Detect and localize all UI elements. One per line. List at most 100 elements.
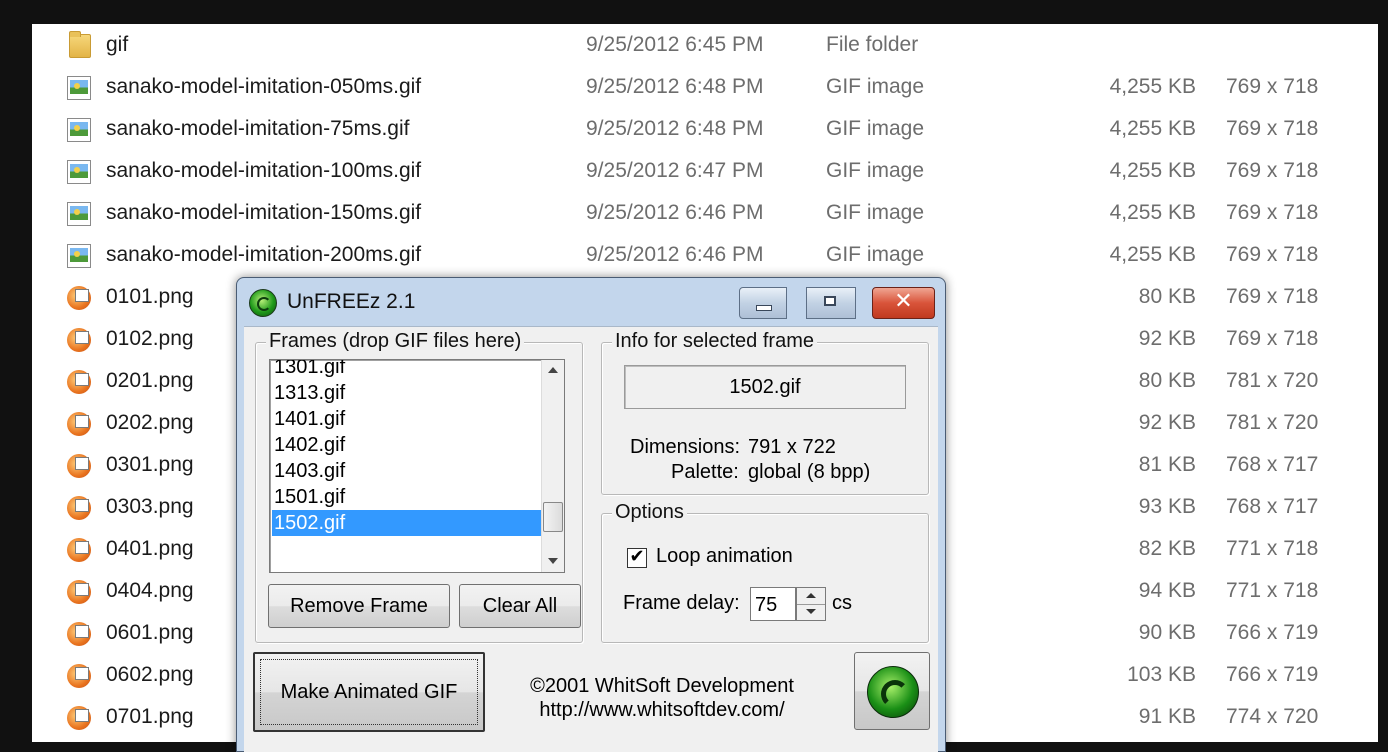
png-image-icon <box>67 496 91 520</box>
frame-delay-unit: cs <box>832 592 852 614</box>
remove-frame-button[interactable]: Remove Frame <box>268 584 450 628</box>
file-row[interactable]: sanako-model-imitation-050ms.gif 9/25/201… <box>32 66 1378 108</box>
file-name: 0301.png <box>106 453 194 476</box>
unfreez-logo-icon <box>867 666 919 718</box>
png-image-icon <box>67 286 91 310</box>
file-size: 91 KB <box>1138 705 1196 728</box>
loop-animation-checkbox[interactable]: ✔ <box>627 546 647 568</box>
clear-all-button[interactable]: Clear All <box>459 584 581 628</box>
file-date: 9/25/2012 6:46 PM <box>586 201 764 224</box>
file-dimensions: 774 x 720 <box>1226 705 1319 728</box>
file-name: 0102.png <box>106 327 194 350</box>
maximize-icon <box>824 296 836 306</box>
dimensions-label: Dimensions: <box>630 436 741 458</box>
gif-image-icon <box>67 118 91 142</box>
png-image-icon <box>67 412 91 436</box>
png-image-icon <box>67 664 91 688</box>
file-type: File folder <box>826 33 919 56</box>
file-date: 9/25/2012 6:47 PM <box>586 159 764 182</box>
file-size: 81 KB <box>1138 453 1196 476</box>
make-animated-gif-button[interactable]: Make Animated GIF <box>253 652 485 732</box>
frame-list-item[interactable]: 1313.gif <box>272 380 542 406</box>
file-type: GIF image <box>826 75 925 98</box>
frame-delay-input[interactable]: 75 <box>750 587 796 621</box>
frames-list-scrollbar[interactable] <box>541 360 564 572</box>
close-button[interactable]: ✕ <box>872 287 935 319</box>
title-bar[interactable]: UnFREEz 2.1 ✕ <box>237 278 945 326</box>
options-group-label: Options <box>612 501 687 524</box>
scroll-up-button[interactable] <box>542 360 564 382</box>
file-row[interactable]: gif 9/25/2012 6:45 PM File folder <box>32 24 1378 66</box>
file-size: 80 KB <box>1138 369 1196 392</box>
file-date: 9/25/2012 6:48 PM <box>586 117 764 140</box>
png-image-icon <box>67 538 91 562</box>
file-name: 0601.png <box>106 621 194 644</box>
file-size: 103 KB <box>1127 663 1196 686</box>
png-image-icon <box>67 580 91 604</box>
file-row[interactable]: sanako-model-imitation-200ms.gif 9/25/201… <box>32 234 1378 276</box>
dialog-client-area: Frames (drop GIF files here) 1301.gif 131… <box>244 326 938 752</box>
dimensions-value: 791 x 722 <box>748 436 836 458</box>
file-row[interactable]: sanako-model-imitation-150ms.gif 9/25/201… <box>32 192 1378 234</box>
spin-down-arrow-icon <box>806 609 816 614</box>
file-date: 9/25/2012 6:46 PM <box>586 243 764 266</box>
file-dimensions: 766 x 719 <box>1226 621 1319 644</box>
website-url: http://www.whitsoftdev.com/ <box>539 699 785 721</box>
file-name: 0701.png <box>106 705 194 728</box>
scroll-thumb[interactable] <box>543 502 563 532</box>
frame-list-item[interactable]: 1501.gif <box>272 484 542 510</box>
file-dimensions: 771 x 718 <box>1226 579 1319 602</box>
close-icon: ✕ <box>894 289 913 314</box>
file-size: 4,255 KB <box>1109 159 1196 182</box>
loop-animation-label[interactable]: Loop animation <box>656 545 793 568</box>
spin-up-button[interactable] <box>797 588 825 605</box>
frame-list-item[interactable]: 1301.gif <box>272 360 542 380</box>
file-name: 0404.png <box>106 579 194 602</box>
frame-delay-label: Frame delay: <box>623 592 740 614</box>
file-name: gif <box>106 33 129 56</box>
file-name: sanako-model-imitation-150ms.gif <box>106 201 422 224</box>
file-type: GIF image <box>826 117 925 140</box>
file-dimensions: 769 x 718 <box>1226 243 1319 266</box>
file-dimensions: 769 x 718 <box>1226 117 1319 140</box>
maximize-button[interactable] <box>806 287 856 319</box>
unfreez-window: UnFREEz 2.1 ✕ Frames (drop GIF files her… <box>236 277 946 752</box>
png-image-icon <box>67 454 91 478</box>
file-size: 82 KB <box>1138 537 1196 560</box>
spin-down-button[interactable] <box>797 604 825 620</box>
scroll-down-button[interactable] <box>542 550 564 572</box>
file-name: 0401.png <box>106 537 194 560</box>
file-size: 90 KB <box>1138 621 1196 644</box>
unfreez-app-icon[interactable] <box>249 289 277 317</box>
file-name: sanako-model-imitation-100ms.gif <box>106 159 422 182</box>
file-name: 0202.png <box>106 411 194 434</box>
file-name: sanako-model-imitation-75ms.gif <box>106 117 410 140</box>
selected-frame-name: 1502.gif <box>624 365 906 409</box>
minimize-icon <box>756 305 772 311</box>
file-size: 80 KB <box>1138 285 1196 308</box>
file-name: 0602.png <box>106 663 194 686</box>
frame-list-item[interactable]: 1401.gif <box>272 406 542 432</box>
file-type: GIF image <box>826 201 925 224</box>
png-image-icon <box>67 706 91 730</box>
frame-list-item[interactable]: 1502.gif <box>272 510 542 536</box>
frame-list-item[interactable]: 1403.gif <box>272 458 542 484</box>
file-row[interactable]: sanako-model-imitation-100ms.gif 9/25/201… <box>32 150 1378 192</box>
gif-image-icon <box>67 244 91 268</box>
png-image-icon <box>67 622 91 646</box>
options-group: Options ✔ Loop animation Frame delay: 75… <box>601 501 929 643</box>
file-dimensions: 781 x 720 <box>1226 411 1319 434</box>
frames-listbox[interactable]: 1301.gif 1313.gif 1401.gif 1402.gif 1403.gif… <box>269 359 565 573</box>
logo-button[interactable] <box>854 652 930 730</box>
file-dimensions: 766 x 719 <box>1226 663 1319 686</box>
info-group: Info for selected frame 1502.gif Dimensi… <box>601 330 929 495</box>
frame-list-item[interactable]: 1402.gif <box>272 432 542 458</box>
file-dimensions: 769 x 718 <box>1226 201 1319 224</box>
file-type: GIF image <box>826 159 925 182</box>
frame-delay-spinner[interactable] <box>796 587 826 621</box>
gif-image-icon <box>67 202 91 226</box>
file-row[interactable]: sanako-model-imitation-75ms.gif 9/25/2012… <box>32 108 1378 150</box>
folder-icon <box>69 31 91 58</box>
minimize-button[interactable] <box>739 287 787 319</box>
info-group-label: Info for selected frame <box>612 330 817 353</box>
